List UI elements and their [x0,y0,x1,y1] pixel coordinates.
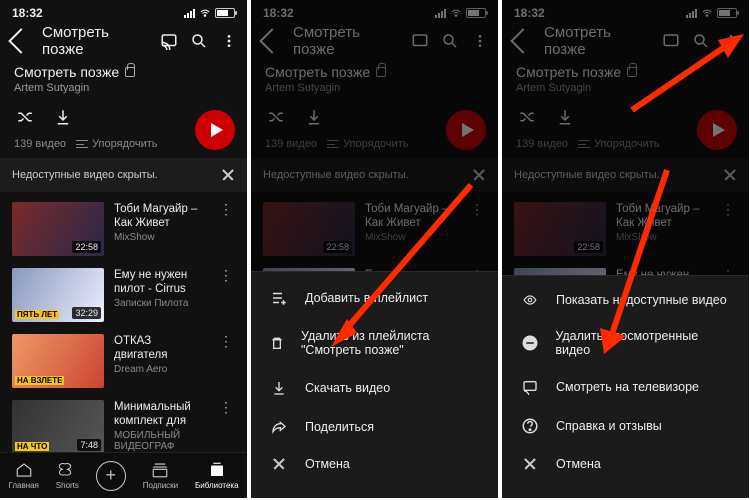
dismiss-notice-button[interactable] [221,168,235,182]
tab-home[interactable]: Главная [8,461,38,490]
menu-watch-tv[interactable]: Смотреть на телевизоре [502,368,749,406]
tab-create[interactable]: + [96,461,126,491]
phone-screen-2: 18:32 Смотреть позже Смотреть позжеArtem… [251,0,498,498]
phone-screen-1: 18:32 Смотреть позже Смотреть позже Arte… [0,0,247,498]
download-button[interactable] [54,108,72,126]
page-title: Смотреть позже [42,24,149,58]
video-row[interactable]: 22:58 Тоби Магуайр – Как Живет Человек-П… [8,196,239,262]
thumbnail: НА ВЗЛЕТЕ [12,334,104,388]
video-row[interactable]: НА ВЗЛЕТЕ ОТКАЗ двигателя самолета НА ВЗ… [8,328,239,394]
menu-cancel[interactable]: Отмена [251,446,498,482]
row-more-icon[interactable]: ⋮ [217,400,235,454]
menu-show-unavailable[interactable]: Показать недоступные видео [502,282,749,318]
phone-screen-3: 18:32 Смотреть позже Смотреть позжеArtem… [502,0,749,498]
more-options-sheet: Показать недоступные видео Удалить просм… [502,275,749,498]
plus-icon: + [96,461,126,491]
menu-add-playlist[interactable]: Добавить в плейлист [251,278,498,318]
play-all-fab[interactable] [195,110,235,150]
row-more-icon[interactable]: ⋮ [217,334,235,388]
signal-icon [184,9,195,18]
menu-cancel[interactable]: Отмена [502,446,749,482]
sort-button[interactable]: Упорядочить [76,138,157,150]
row-more-icon[interactable]: ⋮ [217,268,235,322]
back-button[interactable] [8,28,33,53]
thumbnail: ПЯТЬ ЛЕТ32:29 [12,268,104,322]
clock: 18:32 [12,6,43,20]
shuffle-button[interactable] [16,108,34,126]
more-icon[interactable] [219,31,239,51]
menu-download[interactable]: Скачать видео [251,368,498,408]
video-count: 139 видео [14,138,66,150]
status-bar: 18:32 [0,0,247,22]
video-row[interactable]: ПЯТЬ ЛЕТ32:29 Ему не нужен пилот - Cirru… [8,262,239,328]
playlist-title: Смотреть позже [14,64,119,80]
menu-help[interactable]: Справка и отзывы [502,406,749,446]
tab-library[interactable]: Библиотека [195,461,239,490]
battery-icon [215,8,235,18]
playlist-author: Artem Sutyagin [14,82,233,94]
video-row[interactable]: НА ЧТО7:48 Минимальный комплект для съем… [8,394,239,460]
tab-shorts[interactable]: Shorts [56,461,79,490]
lock-icon [125,67,135,77]
video-list: 22:58 Тоби Магуайр – Как Живет Человек-П… [0,196,247,460]
bottom-tabbar: Главная Shorts + Подписки Библиотека [0,452,247,498]
playlist-header: Смотреть позже Artem Sutyagin [0,60,247,98]
menu-remove-playlist[interactable]: Удалить из плейлиста "Смотреть позже" [251,318,498,368]
search-icon[interactable] [189,31,209,51]
thumbnail: 22:58 [12,202,104,256]
tab-subs[interactable]: Подписки [143,461,178,490]
video-options-sheet: Добавить в плейлист Удалить из плейлиста… [251,271,498,498]
row-more-icon[interactable]: ⋮ [217,202,235,256]
top-bar: Смотреть позже [0,22,247,60]
menu-share[interactable]: Поделиться [251,408,498,446]
hidden-videos-notice: Недоступные видео скрыты. [0,158,247,192]
thumbnail: НА ЧТО7:48 [12,400,104,454]
cast-icon[interactable] [159,31,179,51]
menu-delete-watched[interactable]: Удалить просмотренные видео [502,318,749,368]
wifi-icon [199,7,211,19]
